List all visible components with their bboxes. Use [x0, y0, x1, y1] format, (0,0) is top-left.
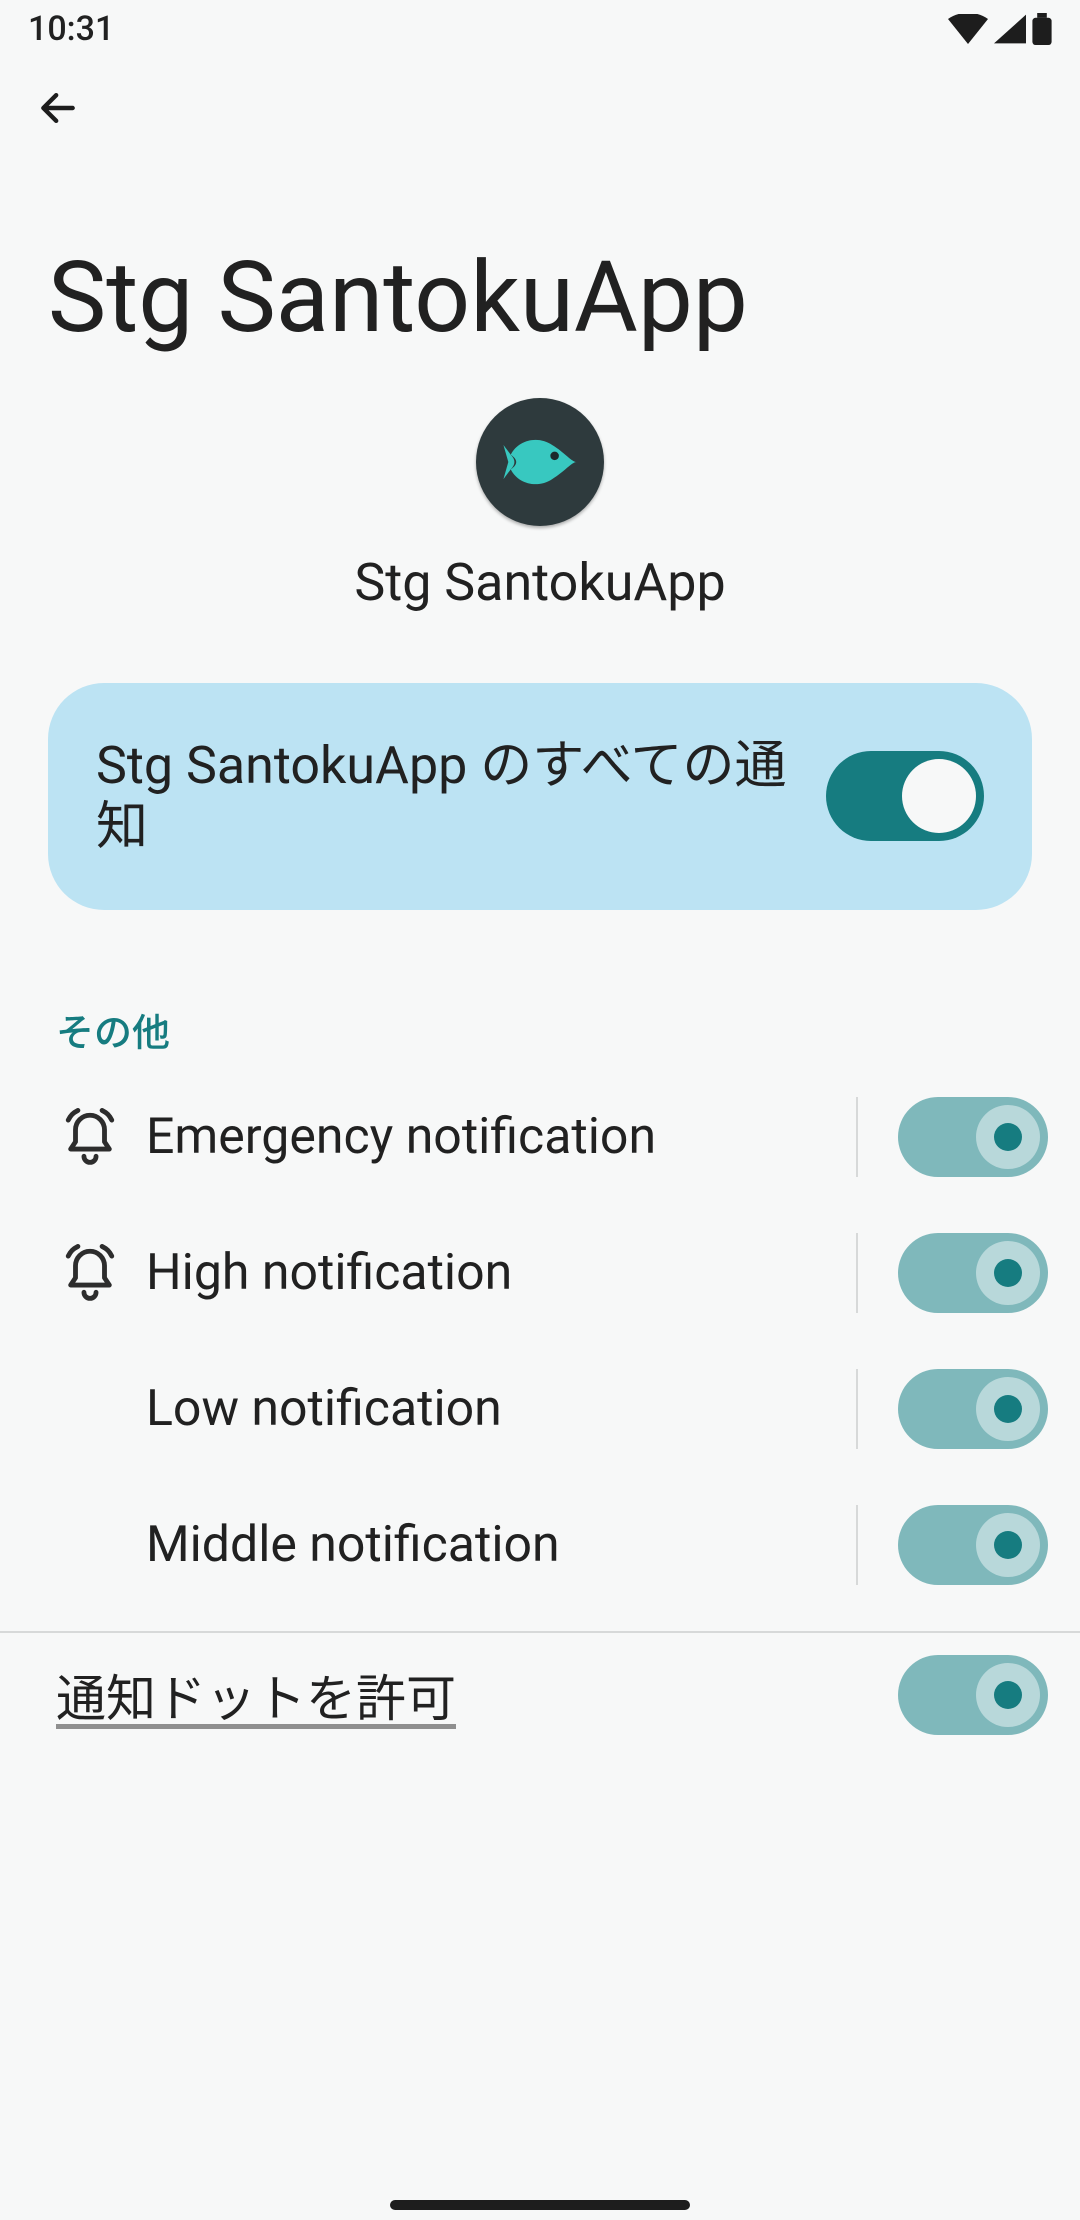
- app-icon[interactable]: [476, 398, 604, 526]
- switch-thumb: [976, 1105, 1040, 1169]
- channel-icon: [40, 1108, 140, 1166]
- title-area: Stg SantokuApp: [0, 158, 1080, 360]
- wifi-icon: [948, 14, 988, 44]
- separator: [856, 1233, 858, 1313]
- channel-row-high[interactable]: High notification: [0, 1205, 1080, 1341]
- separator: [856, 1097, 858, 1177]
- channel-row-low[interactable]: Low notification: [0, 1341, 1080, 1477]
- all-notifications-card[interactable]: Stg SantokuApp のすべての通知: [48, 683, 1032, 910]
- page-title: Stg SantokuApp: [48, 246, 1032, 350]
- channel-label: High notification: [140, 1244, 856, 1302]
- status-icons: [948, 13, 1052, 45]
- arrow-left-icon: [36, 86, 80, 130]
- status-bar: 10:31: [0, 0, 1080, 58]
- battery-icon: [1032, 13, 1052, 45]
- channel-row-emergency[interactable]: Emergency notification: [0, 1069, 1080, 1205]
- separator: [856, 1505, 858, 1585]
- switch-thumb: [976, 1663, 1040, 1727]
- signal-icon: [994, 14, 1026, 44]
- channel-toggle-emergency[interactable]: [898, 1097, 1048, 1177]
- fish-icon: [501, 423, 579, 501]
- channel-icon: [40, 1244, 140, 1302]
- status-time: 10:31: [28, 9, 114, 49]
- channel-list: Emergency notification High notification…: [0, 1069, 1080, 1613]
- channel-row-middle[interactable]: Middle notification: [0, 1477, 1080, 1613]
- bell-ring-icon: [61, 1244, 119, 1302]
- back-button[interactable]: [32, 82, 84, 134]
- channel-toggle-low[interactable]: [898, 1369, 1048, 1449]
- channel-toggle-high[interactable]: [898, 1233, 1048, 1313]
- channel-label: Middle notification: [140, 1516, 856, 1574]
- app-header: Stg SantokuApp: [0, 360, 1080, 641]
- all-notifications-toggle[interactable]: [826, 751, 984, 841]
- section-header-other: その他: [0, 910, 1080, 1069]
- switch-thumb: [976, 1513, 1040, 1577]
- bell-ring-icon: [61, 1108, 119, 1166]
- channel-label: Low notification: [140, 1380, 856, 1438]
- notification-dot-label: 通知ドットを許可: [56, 1659, 456, 1731]
- channel-label: Emergency notification: [140, 1108, 856, 1166]
- switch-thumb: [976, 1377, 1040, 1441]
- gesture-nav-bar[interactable]: [390, 2200, 690, 2210]
- separator: [856, 1369, 858, 1449]
- switch-thumb: [976, 1241, 1040, 1305]
- notification-dot-row[interactable]: 通知ドットを許可: [0, 1633, 1080, 1763]
- channel-toggle-middle[interactable]: [898, 1505, 1048, 1585]
- app-name: Stg SantokuApp: [354, 552, 725, 613]
- notification-dot-toggle[interactable]: [898, 1655, 1048, 1735]
- all-notifications-label: Stg SantokuApp のすべての通知: [96, 735, 796, 858]
- app-bar: [0, 58, 1080, 158]
- switch-thumb: [902, 759, 976, 833]
